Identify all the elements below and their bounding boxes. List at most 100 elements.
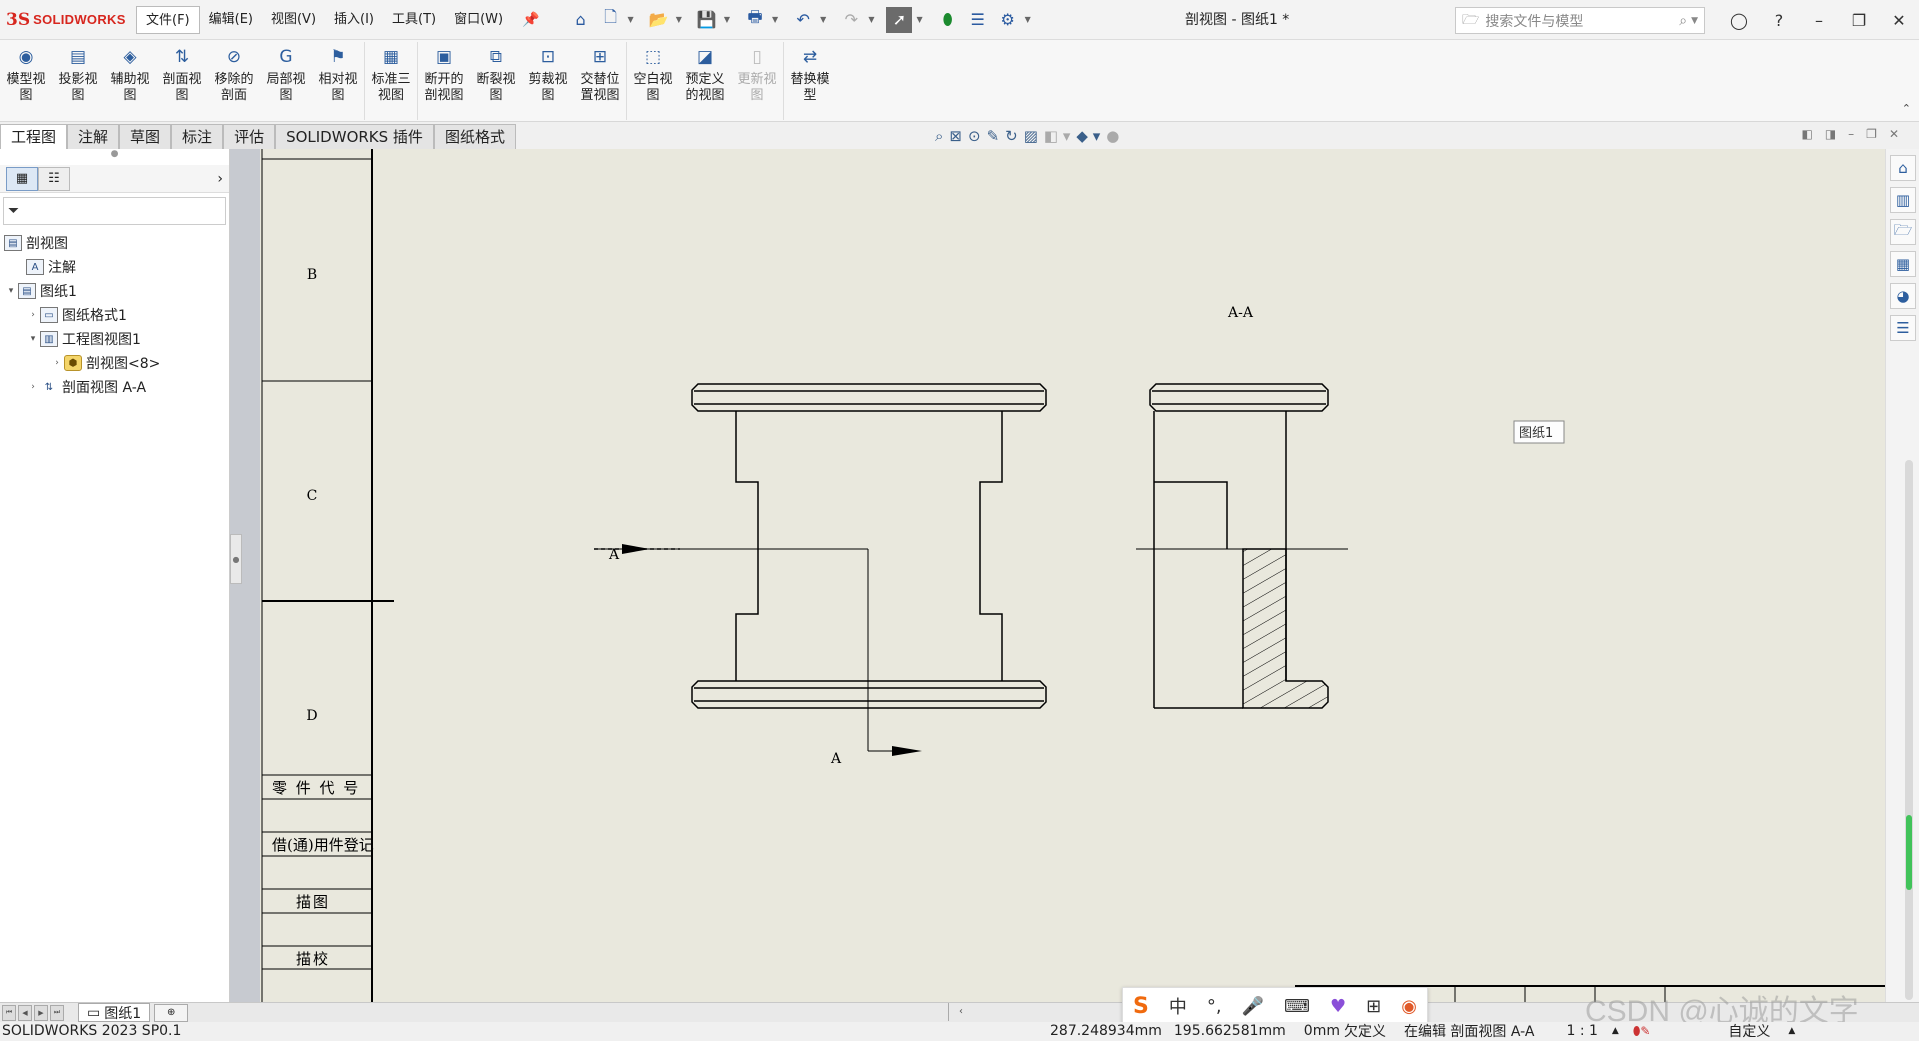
units-system[interactable]: 自定义 — [1728, 1021, 1770, 1041]
tab-evaluate[interactable]: 评估 — [223, 124, 276, 149]
solidworks-resources-icon[interactable]: ⌂ — [1890, 155, 1916, 181]
menu-edit[interactable]: 编辑(E) — [200, 6, 262, 34]
menu-view[interactable]: 视图(V) — [262, 6, 325, 34]
search-icon[interactable]: ⌕ — [1679, 13, 1687, 29]
ime-app-icon[interactable]: ◉ — [1401, 996, 1417, 1017]
display-style-icon[interactable]: ▨ — [1024, 127, 1038, 145]
scale-dropdown-icon[interactable]: ▲ — [1612, 1026, 1619, 1036]
tree-item-annotations[interactable]: A 注解 — [0, 255, 229, 279]
open-icon[interactable]: 📂 — [646, 7, 672, 33]
menu-insert[interactable]: 插入(I) — [325, 6, 383, 34]
panel-grip-icon[interactable]: ● — [0, 149, 229, 165]
alternate-position-view-button[interactable]: ⊞ 交替位 置视图 — [574, 42, 626, 120]
ime-mode[interactable]: 中 — [1169, 993, 1187, 1019]
minimize-icon[interactable]: – — [1799, 11, 1839, 30]
tree-item-sheet1[interactable]: ▾ ▤ 图纸1 — [0, 279, 229, 303]
close-icon[interactable]: ✕ — [1879, 11, 1919, 30]
custom-properties-icon[interactable]: ☰ — [1890, 315, 1916, 341]
crop-view-button[interactable]: ⊡ 剪裁视 图 — [522, 42, 574, 120]
predefined-view-button[interactable]: ◪ 预定义 的视图 — [679, 42, 731, 120]
punctuation-icon[interactable]: °, — [1207, 996, 1222, 1017]
removed-section-button[interactable]: ⊘ 移除的 剖面 — [208, 42, 260, 120]
broken-out-section-button[interactable]: ▣ 断开的 剖视图 — [418, 42, 470, 120]
first-sheet-icon[interactable]: ⏮ — [2, 1004, 16, 1021]
home-icon[interactable]: ⌂ — [568, 7, 594, 33]
scroll-left-icon[interactable]: ‹ — [959, 1006, 963, 1017]
redo-icon[interactable]: ↷ — [838, 7, 864, 33]
rebuild-status-icon[interactable]: ⬮✎ — [1633, 1024, 1651, 1039]
replace-model-button[interactable]: ⇄ 替换模 型 — [784, 42, 836, 120]
view-palette-icon[interactable]: ▦ — [1890, 251, 1916, 277]
print-dropdown-icon[interactable]: ▼ — [772, 15, 778, 24]
tree-item-sheet-format[interactable]: › ▭ 图纸格式1 — [0, 303, 229, 327]
microphone-icon[interactable]: 🎤 — [1242, 996, 1264, 1017]
model-view-button[interactable]: ◉ 模型视 图 — [0, 42, 52, 120]
view-restore-icon[interactable]: ❐ — [1866, 127, 1877, 141]
view-settings-icon[interactable]: ◆ ▾ — [1076, 127, 1100, 145]
panel-expand-icon[interactable]: › — [217, 171, 223, 187]
hide-show-icon[interactable]: ◧ ▾ — [1044, 127, 1070, 145]
sheet-tab-1[interactable]: ▭ 图纸1 — [78, 1003, 151, 1022]
feature-manager-tab-icon[interactable]: ▦ — [6, 166, 38, 191]
tab-sketch[interactable]: 草图 — [119, 124, 172, 149]
save-icon[interactable]: 💾 — [694, 7, 720, 33]
section-view-button[interactable]: ⇅ 剖面视 图 — [156, 42, 208, 120]
update-view-button[interactable]: ▯ 更新视 图 — [731, 42, 783, 120]
zoom-to-fit-icon[interactable]: ⌕ — [935, 127, 943, 145]
tab-addins[interactable]: SOLIDWORKS 插件 — [275, 124, 434, 149]
print-icon[interactable]: 🖶 — [742, 7, 768, 33]
previous-view-icon[interactable]: ⊙ — [968, 127, 981, 145]
appearances-icon[interactable]: ◕ — [1890, 283, 1916, 309]
view-tile-left-icon[interactable]: ◧ — [1801, 127, 1812, 141]
projected-view-button[interactable]: ▤ 投影视 图 — [52, 42, 104, 120]
account-icon[interactable]: ◯ — [1719, 11, 1759, 30]
tab-sheet-format[interactable]: 图纸格式 — [433, 124, 516, 149]
view-minimize-icon[interactable]: – — [1848, 127, 1854, 141]
rebuild-icon[interactable]: ⬮ — [935, 7, 961, 33]
break-view-button[interactable]: ⧉ 断裂视 图 — [470, 42, 522, 120]
expand-arrow-icon[interactable]: › — [50, 358, 64, 368]
collapse-arrow-icon[interactable]: ▾ — [4, 286, 18, 296]
select-dropdown-icon[interactable]: ▼ — [916, 15, 922, 24]
drawing-canvas[interactable]: B C D 零 件 代 号 借(通)用件登记 描图 描校 A A A-A 图纸1 — [260, 149, 1885, 1002]
units-dropdown-icon[interactable]: ▲ — [1788, 1026, 1795, 1036]
new-dropdown-icon[interactable]: ▼ — [628, 15, 634, 24]
undo-dropdown-icon[interactable]: ▼ — [820, 15, 826, 24]
new-document-icon[interactable]: 🗋 — [598, 7, 624, 33]
empty-view-button[interactable]: ⬚ 空白视 图 — [627, 42, 679, 120]
tree-item-root[interactable]: ▤ 剖视图 — [0, 231, 229, 255]
options-gear-icon[interactable]: ⚙ — [995, 7, 1021, 33]
file-properties-icon[interactable]: ☰ — [965, 7, 991, 33]
expand-arrow-icon[interactable]: › — [26, 310, 40, 320]
file-explorer-icon[interactable]: 🗁 — [1890, 219, 1916, 245]
design-library-icon[interactable]: ▥ — [1890, 187, 1916, 213]
auxiliary-view-button[interactable]: ◈ 辅助视 图 — [104, 42, 156, 120]
appearance-icon[interactable]: ● — [1106, 127, 1119, 145]
keyboard-icon[interactable]: ⌨ — [1284, 996, 1310, 1017]
tree-item-section-view[interactable]: › ⇅ 剖面视图 A-A — [0, 375, 229, 399]
next-sheet-icon[interactable]: ▶ — [34, 1004, 48, 1021]
skin-icon[interactable]: ♥ — [1330, 996, 1346, 1017]
add-sheet-icon[interactable]: ⊕ — [154, 1003, 189, 1022]
tab-markup[interactable]: 标注 — [171, 124, 224, 149]
sketch-icon[interactable]: ✎ — [987, 127, 1000, 145]
sogou-logo-icon[interactable]: S — [1133, 994, 1149, 1019]
relative-view-button[interactable]: ⚑ 相对视 图 — [312, 42, 364, 120]
expand-arrow-icon[interactable]: › — [26, 382, 40, 392]
tab-annotation[interactable]: 注解 — [67, 124, 120, 149]
solidworks-logo[interactable]: 3S SOLIDWORKS — [6, 10, 136, 30]
open-dropdown-icon[interactable]: ▼ — [676, 15, 682, 24]
redo-dropdown-icon[interactable]: ▼ — [868, 15, 874, 24]
collapse-ribbon-icon[interactable]: ⌃ — [1902, 102, 1911, 115]
view-tile-right-icon[interactable]: ◨ — [1825, 127, 1836, 141]
options-dropdown-icon[interactable]: ▼ — [1025, 15, 1031, 24]
restore-icon[interactable]: ❐ — [1839, 11, 1879, 30]
tree-item-part[interactable]: › ⬢ 剖视图<8> — [0, 351, 229, 375]
help-icon[interactable]: ? — [1759, 11, 1799, 30]
panel-splitter[interactable]: ● — [230, 149, 260, 1002]
zoom-to-area-icon[interactable]: ⊠ — [949, 127, 962, 145]
undo-icon[interactable]: ↶ — [790, 7, 816, 33]
view-close-icon[interactable]: ✕ — [1889, 127, 1899, 141]
splitter-handle-icon[interactable]: ● — [230, 534, 242, 584]
detail-view-button[interactable]: G 局部视 图 — [260, 42, 312, 120]
